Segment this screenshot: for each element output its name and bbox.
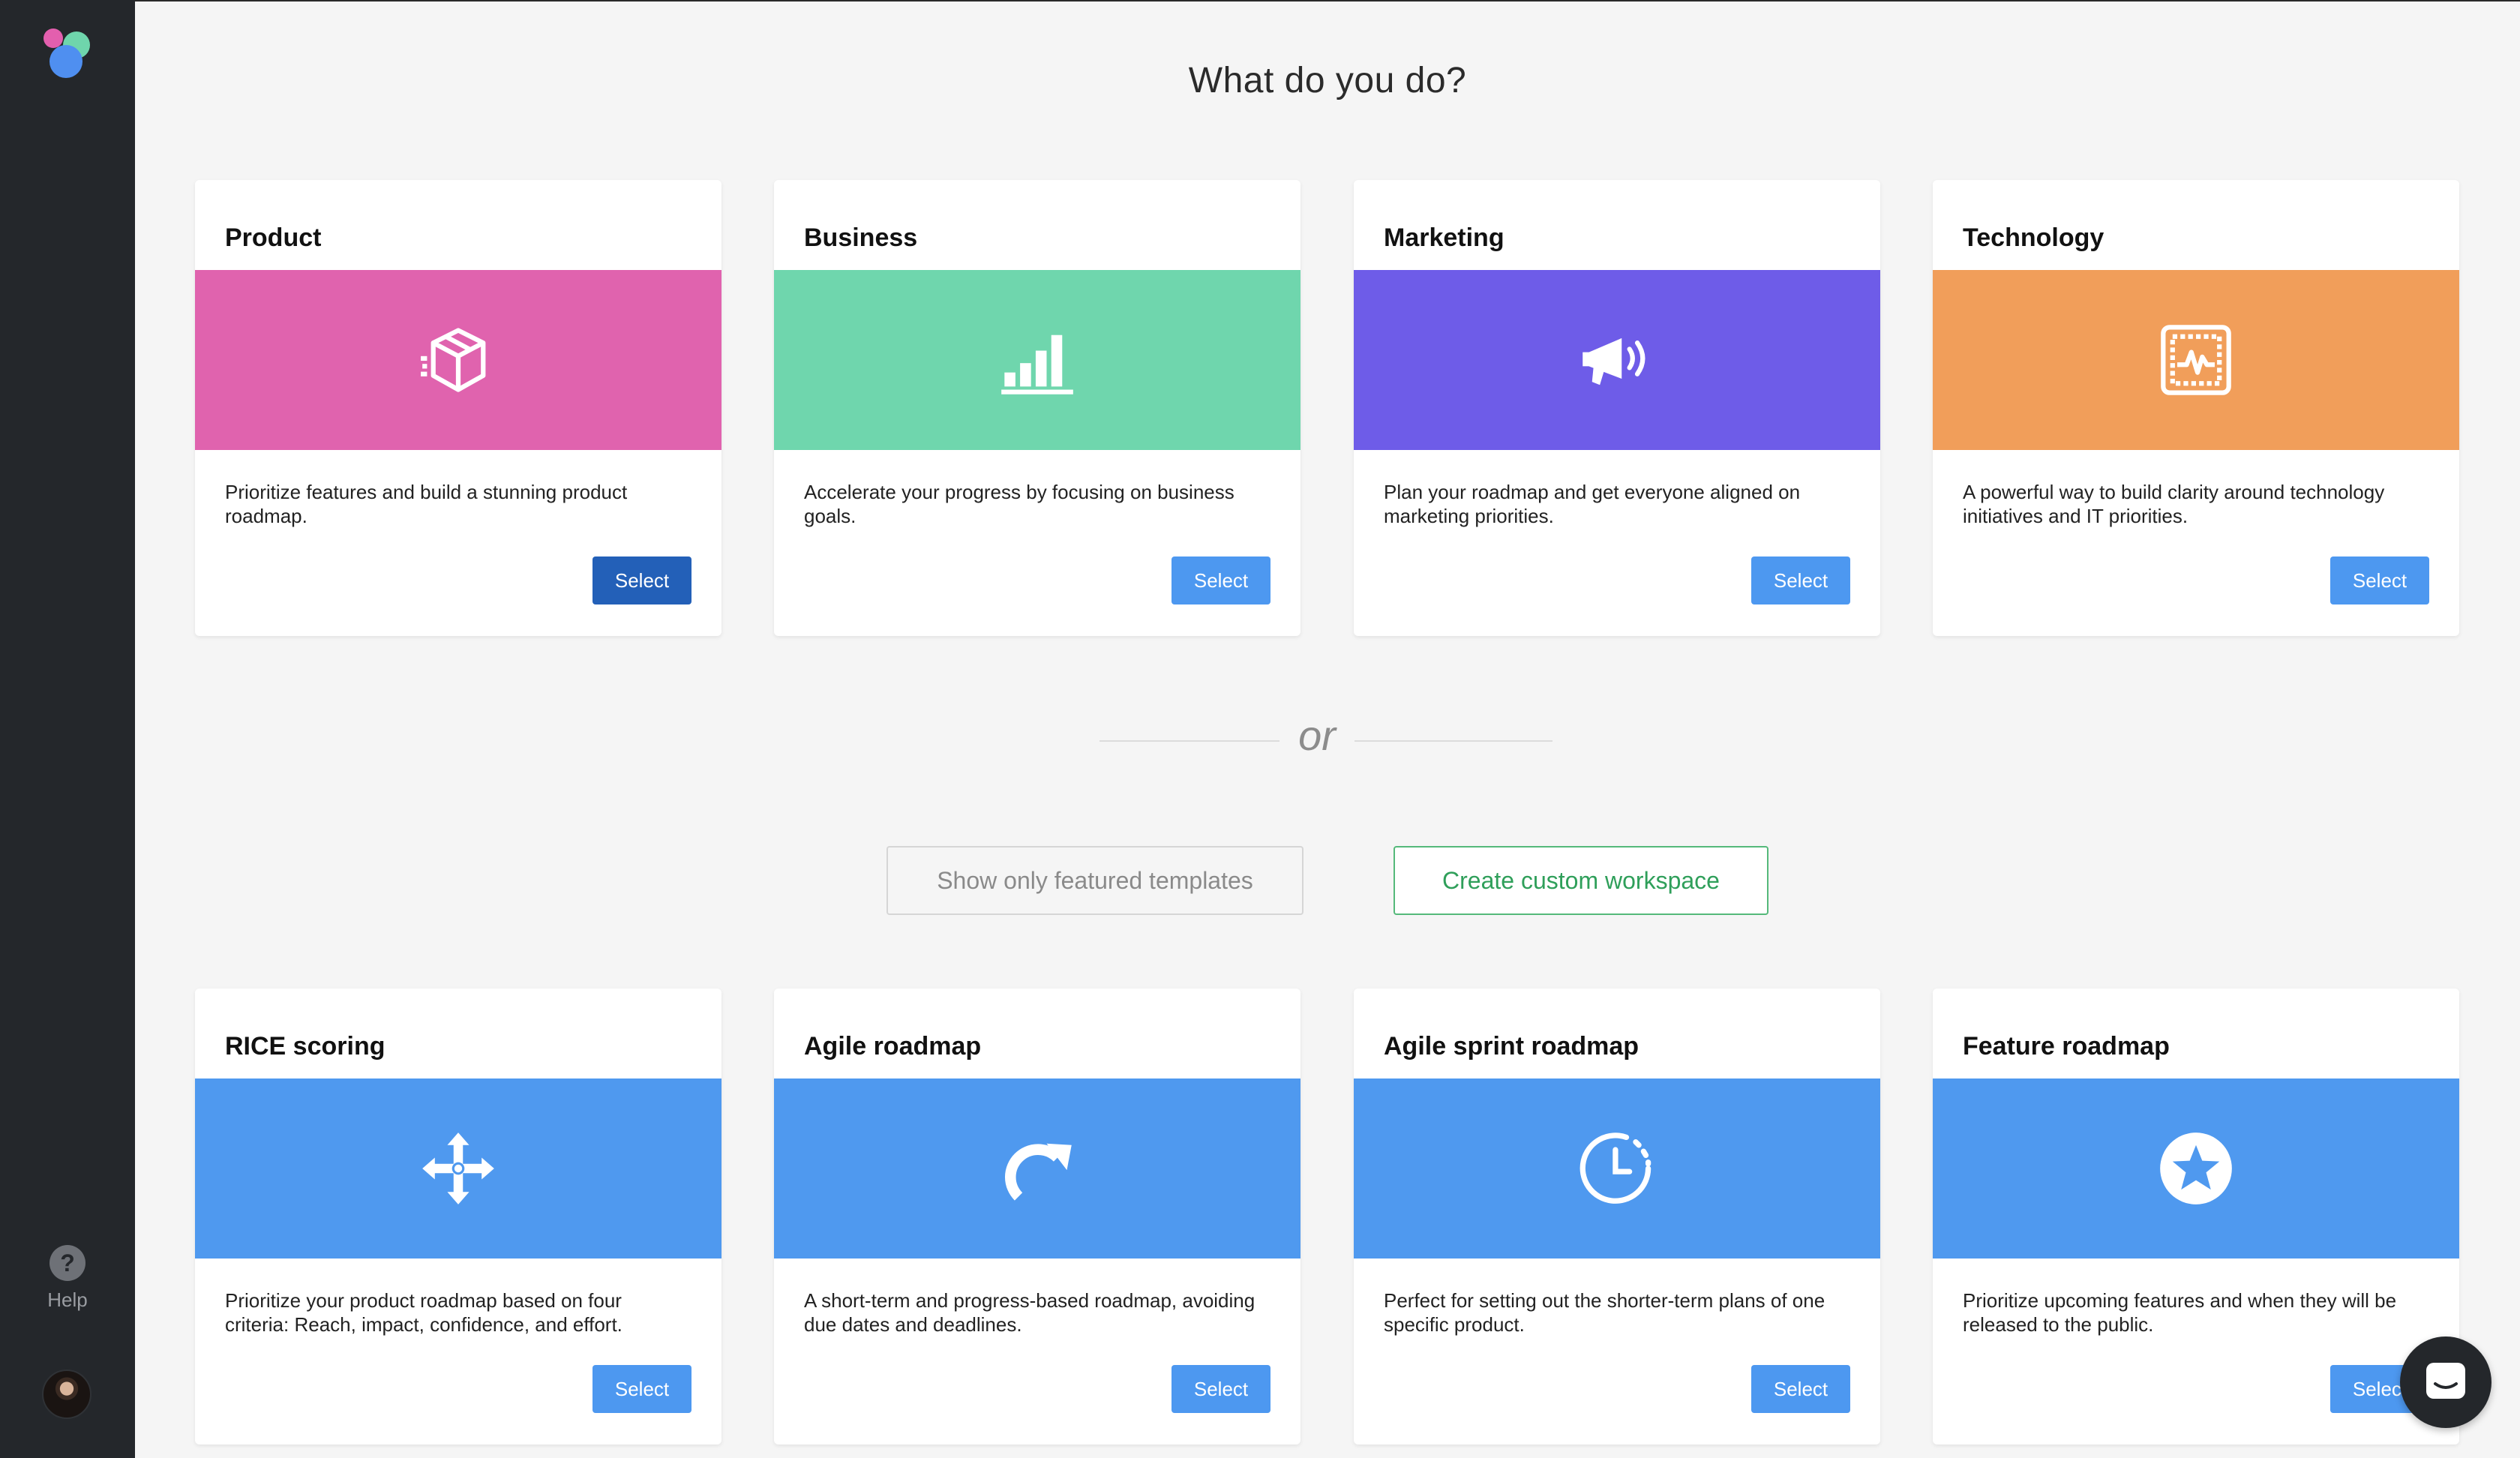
template-card-rice-scoring[interactable]: RICE scoring Prioritize your product roa… <box>195 988 722 1444</box>
card-description: Accelerate your progress by focusing on … <box>804 481 1234 527</box>
star-circle-icon <box>2160 1132 2232 1204</box>
select-button[interactable]: Select <box>1172 556 1270 604</box>
select-button[interactable]: Select <box>1172 1365 1270 1413</box>
card-title: Feature roadmap <box>1963 1032 2170 1060</box>
move-arrows-icon <box>422 1132 494 1204</box>
template-card-agile-roadmap[interactable]: Agile roadmap A short-term and progress-… <box>774 988 1300 1444</box>
redo-arrow-icon <box>1005 1143 1072 1201</box>
divider-line-right <box>1354 740 1552 742</box>
card-description: Prioritize features and build a stunning… <box>225 481 628 527</box>
package-icon <box>421 328 486 392</box>
category-card-product[interactable]: Product Prioritize features and build a … <box>195 180 722 636</box>
logo-dot-blue <box>50 45 82 78</box>
card-description: Perfect for setting out the shorter-term… <box>1384 1289 1826 1336</box>
card-title: RICE scoring <box>225 1032 386 1060</box>
logo-dot-pink <box>44 28 63 48</box>
card-banner <box>1354 1078 1880 1258</box>
clock-history-icon <box>1580 1132 1652 1204</box>
or-divider-text: or <box>1298 712 1336 759</box>
create-custom-workspace-button[interactable]: Create custom workspace <box>1394 846 1768 915</box>
select-button[interactable]: Select <box>2330 556 2429 604</box>
help-icon: ? <box>50 1245 86 1281</box>
select-button[interactable]: Select <box>592 1365 692 1413</box>
select-button[interactable]: Select <box>1751 1365 1850 1413</box>
app-logo[interactable] <box>42 27 96 81</box>
card-banner <box>1354 270 1880 450</box>
megaphone-icon <box>1582 338 1646 386</box>
top-border <box>0 0 2520 2</box>
card-banner <box>1933 270 2459 450</box>
category-card-business[interactable]: Business Accelerate your progress by foc… <box>774 180 1300 636</box>
sidebar: ? Help <box>0 0 135 1458</box>
card-description: A powerful way to build clarity around t… <box>1963 481 2385 527</box>
card-description: Prioritize upcoming features and when th… <box>1963 1289 2397 1336</box>
page-title: What do you do? <box>1188 61 1467 100</box>
select-button[interactable]: Select <box>1751 556 1850 604</box>
card-description: A short-term and progress-based roadmap,… <box>804 1289 1256 1336</box>
card-title: Business <box>804 224 918 252</box>
select-button[interactable]: Select <box>592 556 692 604</box>
card-title: Marketing <box>1384 224 1504 252</box>
card-title: Agile sprint roadmap <box>1384 1032 1640 1060</box>
card-title: Product <box>225 224 322 252</box>
template-card-feature-roadmap[interactable]: Feature roadmap Prioritize upcoming feat… <box>1933 988 2459 1444</box>
card-banner <box>1933 1078 2459 1258</box>
help-label: Help <box>47 1288 88 1311</box>
card-banner <box>774 270 1300 450</box>
card-banner <box>774 1078 1300 1258</box>
show-featured-templates-button[interactable]: Show only featured templates <box>886 846 1304 915</box>
help-link[interactable]: ? Help <box>0 1245 135 1312</box>
card-title: Agile roadmap <box>804 1032 982 1060</box>
template-card-agile-sprint-roadmap[interactable]: Agile sprint roadmap Perfect for setting… <box>1354 988 1880 1444</box>
card-description: Prioritize your product roadmap based on… <box>225 1289 622 1336</box>
chat-icon <box>2426 1363 2465 1399</box>
chat-launcher-button[interactable] <box>2400 1336 2492 1428</box>
category-card-marketing[interactable]: Marketing Plan your roadmap and get ever… <box>1354 180 1880 636</box>
card-banner <box>195 1078 722 1258</box>
bar-chart-icon <box>1001 334 1073 394</box>
card-banner <box>195 270 722 450</box>
card-title: Technology <box>1963 224 2104 252</box>
avatar[interactable] <box>42 1370 92 1419</box>
divider-line-left <box>1100 740 1280 742</box>
monitor-pulse-icon <box>2161 325 2231 395</box>
category-card-technology[interactable]: Technology A powerful way to build clari… <box>1933 180 2459 636</box>
card-description: Plan your roadmap and get everyone align… <box>1384 481 1801 527</box>
